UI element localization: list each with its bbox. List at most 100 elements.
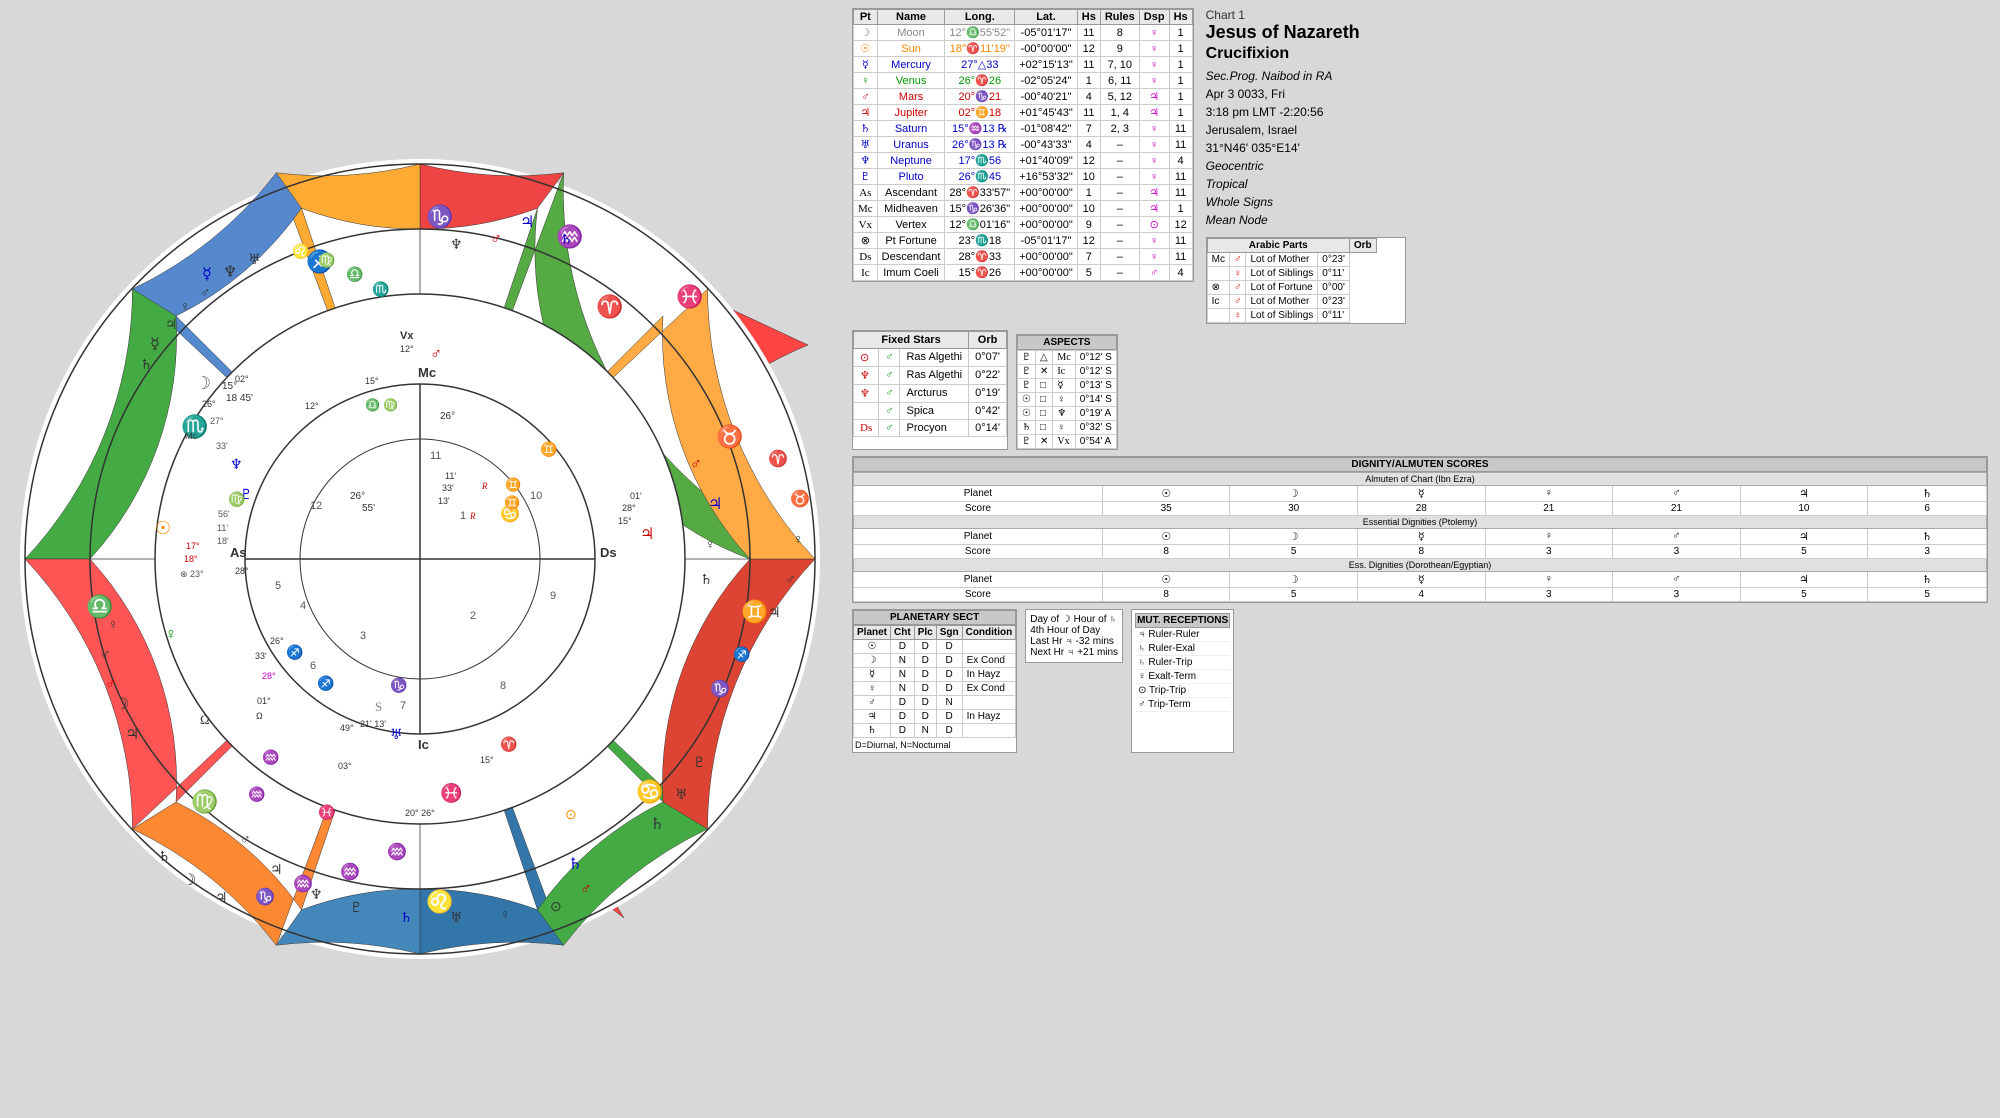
- mut-receptions-section: MUT. RECEPTIONS ♃ Ruler-Ruler♄ Ruler-Exa…: [1131, 609, 1234, 753]
- col-dsp-hs: Hs: [1169, 10, 1192, 25]
- planet-hs: 5: [1077, 265, 1100, 281]
- fixed-star-planet: ♆: [854, 366, 879, 384]
- asp-p2: ♀: [1053, 392, 1075, 406]
- planet-dsp-hs: 11: [1169, 249, 1192, 265]
- planet-rules: 5, 12: [1100, 89, 1139, 105]
- essential-header: Essential Dignities (Ptolemy): [854, 515, 1987, 528]
- chart-subtitle: Crucifixion: [1206, 44, 1406, 63]
- planet-lat: +02°15'13": [1015, 57, 1078, 73]
- planet-dsp: ♀: [1139, 137, 1169, 153]
- sect-cht: N: [891, 681, 915, 695]
- planet-rules: 1, 4: [1100, 105, 1139, 121]
- planet-hs: 7: [1077, 249, 1100, 265]
- svg-text:♈: ♈: [500, 736, 517, 753]
- arabic-point: [1207, 266, 1229, 280]
- planet-symbol: ♃: [854, 105, 878, 121]
- svg-text:♃: ♃: [165, 318, 178, 333]
- planet-hs: 10: [1077, 169, 1100, 185]
- svg-text:⊗ 23°: ⊗ 23°: [180, 569, 204, 579]
- asp-p1: ♄: [1018, 420, 1036, 434]
- asp-type: ✕: [1035, 364, 1052, 378]
- svg-text:33': 33': [442, 483, 454, 493]
- col-cht: Cht: [891, 625, 915, 639]
- svg-text:♒: ♒: [293, 874, 313, 893]
- svg-text:♐: ♐: [733, 646, 750, 663]
- planetary-sect-section: PLANETARY SECT Planet Cht Plc Sgn Condit…: [852, 609, 1017, 753]
- svg-text:18': 18': [217, 536, 229, 546]
- planet-hs: 12: [1077, 41, 1100, 57]
- svg-text:♓: ♓: [440, 782, 462, 803]
- svg-text:♇: ♇: [693, 756, 706, 771]
- svg-text:Mc: Mc: [418, 365, 436, 380]
- svg-text:♒: ♒: [340, 862, 360, 881]
- svg-text:13': 13': [438, 496, 450, 506]
- svg-text:♄: ♄: [700, 573, 713, 588]
- planet-rules: 8: [1100, 25, 1139, 41]
- arabic-parts-section: Arabic Parts Orb Mc ♂ Lot of Mother 0°23…: [1206, 237, 1406, 324]
- sect-plc: D: [914, 653, 936, 667]
- planet-dsp-hs: 11: [1169, 121, 1192, 137]
- svg-text:♂: ♂: [490, 231, 502, 248]
- planet-symbol: ♇: [854, 169, 878, 185]
- asp-type: □: [1035, 406, 1052, 420]
- asp-orb: 0°14' S: [1075, 392, 1116, 406]
- mut-reception-item: ♄ Ruler-Trip: [1135, 656, 1230, 670]
- sect-planet: ♃: [854, 709, 891, 723]
- planet-rules: –: [1100, 185, 1139, 201]
- svg-text:♄: ♄: [650, 816, 664, 833]
- svg-text:♎ ♍: ♎ ♍: [365, 398, 398, 412]
- planet-dsp: ♂: [1139, 265, 1169, 281]
- fixed-star-name: Spica: [900, 402, 969, 419]
- svg-text:♂: ♂: [580, 881, 592, 898]
- asp-type: □: [1035, 392, 1052, 406]
- svg-text:9: 9: [550, 590, 556, 602]
- planet-hs: 11: [1077, 105, 1100, 121]
- asp-type: □: [1035, 420, 1052, 434]
- arabic-name: Lot of Mother: [1246, 294, 1318, 308]
- sect-sgn: N: [936, 695, 962, 709]
- fixed-stars-orb-header: Orb: [969, 331, 1007, 348]
- asp-p1: ♇: [1018, 364, 1036, 378]
- svg-text:♍: ♍: [318, 252, 335, 269]
- planet-rules: –: [1100, 169, 1139, 185]
- svg-text:01°: 01°: [257, 696, 271, 706]
- planet-hs: 12: [1077, 233, 1100, 249]
- svg-text:☽: ☽: [182, 872, 196, 889]
- arabic-planet: ♀: [1229, 308, 1246, 322]
- planet-long: 23°♏18: [945, 233, 1015, 249]
- svg-text:Ω: Ω: [200, 712, 210, 727]
- sect-planet: ☽: [854, 653, 891, 667]
- planet-dsp-hs: 4: [1169, 153, 1192, 169]
- planet-dsp-hs: 4: [1169, 265, 1192, 281]
- col-pt: Pt: [854, 10, 878, 25]
- chart-panel: ♈ ♉ ♊ ♋ ♌ ♍ ♎ ♏ ♐ ♑ ♒ ♓ As Ds Mc Ic 12 1…: [0, 0, 840, 1118]
- fixed-stars-table: Fixed Stars Orb ⊙ ♂ Ras Algethi 0°07' ♆ …: [853, 331, 1007, 437]
- svg-text:1: 1: [460, 510, 466, 522]
- sect-planet: ☉: [854, 639, 891, 653]
- sect-cht: N: [891, 667, 915, 681]
- fixed-star-asp: ♂: [879, 402, 900, 419]
- svg-text:♑: ♑: [390, 677, 407, 694]
- planet-lat: -05°01'17": [1015, 25, 1078, 41]
- col-lat: Lat.: [1015, 10, 1078, 25]
- dignity-header: DIGNITY/ALMUTEN SCORES: [853, 457, 1987, 472]
- fixed-stars-section: Fixed Stars Orb ⊙ ♂ Ras Algethi 0°07' ♆ …: [852, 330, 1008, 450]
- svg-text:♃: ♃: [640, 526, 654, 543]
- planet-rules: –: [1100, 217, 1139, 233]
- planet-rules: –: [1100, 265, 1139, 281]
- planet-dsp: ♀: [1139, 233, 1169, 249]
- planet-hs: 1: [1077, 185, 1100, 201]
- planet-dsp-hs: 1: [1169, 41, 1192, 57]
- chart-date: Apr 3 0033, Fri: [1206, 85, 1406, 103]
- svg-text:12°: 12°: [400, 344, 414, 354]
- planet-table-section: Pt Name Long. Lat. Hs Rules Dsp Hs ☽ Moo…: [852, 8, 1194, 282]
- planet-dsp-hs: 12: [1169, 217, 1192, 233]
- planet-long: 15°♑26'36": [945, 201, 1015, 217]
- svg-text:♒: ♒: [262, 749, 279, 766]
- col-condition: Condition: [962, 625, 1016, 639]
- asp-orb: 0°54' A: [1075, 434, 1116, 448]
- planet-dsp-hs: 1: [1169, 73, 1192, 89]
- svg-text:♃: ♃: [125, 726, 139, 743]
- planet-dsp: ♀: [1139, 73, 1169, 89]
- svg-text:♑: ♑: [426, 204, 453, 229]
